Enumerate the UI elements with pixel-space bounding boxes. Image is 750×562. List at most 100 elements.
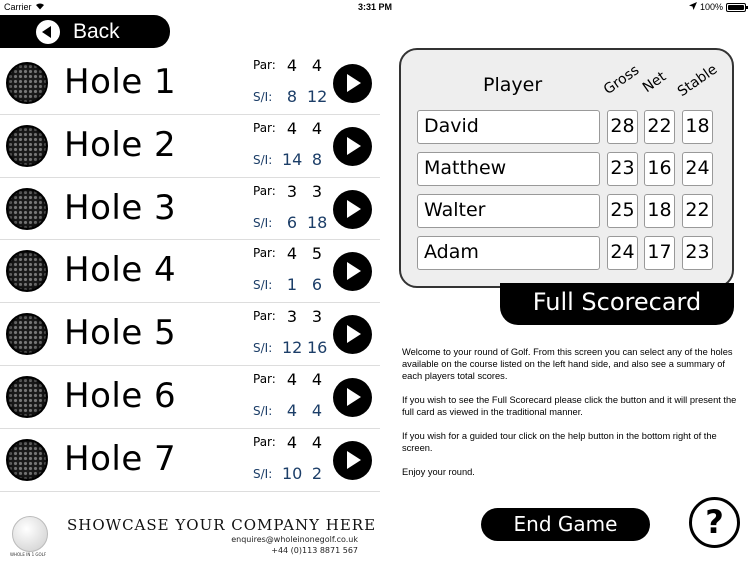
- advert-title: SHOWCASE YOUR COMPANY HERE: [67, 516, 377, 534]
- full-scorecard-button[interactable]: Full Scorecard: [500, 283, 734, 325]
- si-value-2: 4: [311, 400, 323, 420]
- info-paragraph: If you wish for a guided tour click on t…: [402, 431, 717, 453]
- par-value-2: 5: [311, 244, 323, 264]
- gross-score: 23: [607, 152, 638, 186]
- si-label: S/I:: [253, 341, 273, 356]
- par-label: Par:: [253, 120, 276, 135]
- si-label: S/I:: [253, 466, 273, 481]
- play-hole-button[interactable]: [333, 252, 372, 292]
- advert-email[interactable]: enquires@wholeinonegolf.co.uk: [231, 535, 358, 544]
- hole-name: Hole 3: [64, 187, 177, 228]
- help-button[interactable]: ?: [689, 497, 740, 548]
- hole-row[interactable]: Hole 2 Par: 4 4 S/I: 14 8: [0, 115, 380, 178]
- hole-row[interactable]: Hole 3 Par: 3 3 S/I: 6 18: [0, 178, 380, 241]
- player-name: Matthew: [417, 152, 600, 186]
- par-value-2: 4: [311, 369, 323, 389]
- play-hole-button[interactable]: [333, 64, 372, 103]
- par-value-2: 3: [311, 181, 323, 201]
- play-hole-button[interactable]: [333, 189, 372, 229]
- golf-ball-icon: [6, 375, 48, 418]
- location-icon: [688, 2, 697, 12]
- status-bar: Carrier 3:31 PM 100%: [0, 0, 750, 16]
- battery-icon: [726, 2, 748, 12]
- si-label: S/I:: [253, 90, 273, 104]
- header-player: Player: [483, 74, 543, 96]
- play-hole-button[interactable]: [333, 440, 372, 480]
- net-score: 22: [644, 110, 675, 144]
- stable-score: 22: [682, 194, 713, 228]
- golf-ball-icon: [6, 250, 48, 293]
- play-hole-button[interactable]: [333, 126, 372, 166]
- par-value-2: 4: [311, 56, 323, 75]
- player-name: David: [417, 110, 600, 144]
- si-label: S/I:: [253, 403, 273, 418]
- hole-name: Hole 4: [64, 250, 177, 291]
- hole-list[interactable]: Hole 1 Par: 4 4 S/I: 8 12 Hole 2 Par: 4 …: [0, 52, 380, 497]
- si-value-1: 1: [286, 275, 298, 295]
- si-value-2: 2: [311, 463, 323, 483]
- net-score: 17: [644, 236, 675, 270]
- par-value-1: 3: [286, 181, 298, 201]
- gross-score: 24: [607, 236, 638, 270]
- player-name: Adam: [417, 236, 600, 270]
- par-value-1: 4: [286, 244, 298, 264]
- si-label: S/I:: [253, 152, 273, 167]
- play-hole-button[interactable]: [333, 315, 372, 355]
- stable-score: 23: [682, 236, 713, 270]
- hole-name: Hole 1: [64, 62, 177, 102]
- golf-ball-logo-icon: [12, 516, 48, 552]
- net-score: 18: [644, 194, 675, 228]
- scorecard-summary: Player Gross Net Stable David 28 22 18 M…: [399, 48, 734, 288]
- si-value-1: 12: [282, 338, 303, 358]
- si-value-1: 8: [286, 87, 298, 106]
- status-right: 100%: [688, 2, 748, 12]
- hole-row[interactable]: Hole 1 Par: 4 4 S/I: 8 12: [0, 52, 380, 115]
- golf-ball-icon: [6, 62, 48, 104]
- par-value-1: 4: [286, 369, 298, 389]
- hole-row[interactable]: Hole 4 Par: 4 5 S/I: 1 6: [0, 240, 380, 304]
- info-paragraph: Welcome to your round of Golf. From this…: [402, 347, 733, 381]
- si-value-1: 4: [286, 400, 298, 420]
- si-value-2: 16: [307, 338, 328, 358]
- par-label: Par:: [253, 309, 276, 324]
- par-value-1: 4: [286, 118, 298, 138]
- hole-row[interactable]: Hole 5 Par: 3 3 S/I: 12 16: [0, 303, 380, 366]
- play-hole-button[interactable]: [333, 377, 372, 417]
- si-label: S/I:: [253, 278, 273, 293]
- hole-name: Hole 6: [64, 375, 177, 416]
- hole-row[interactable]: Hole 7 Par: 4 4 S/I: 10 2: [0, 429, 380, 492]
- stable-score: 18: [682, 110, 713, 144]
- end-game-button[interactable]: End Game: [481, 508, 650, 541]
- par-label: Par:: [253, 183, 276, 198]
- gross-score: 25: [607, 194, 638, 228]
- par-label: Par:: [253, 58, 276, 72]
- si-value-2: 8: [311, 149, 323, 169]
- stable-score: 24: [682, 152, 713, 186]
- advert-phone[interactable]: +44 (0)113 8871 567: [271, 546, 358, 555]
- si-value-1: 6: [286, 212, 298, 232]
- par-value-2: 4: [311, 118, 323, 138]
- info-paragraph: Enjoy your round.: [402, 467, 475, 477]
- header-stable: Stable: [674, 61, 721, 100]
- advert-banner[interactable]: WHOLE IN 1 GOLF SHOWCASE YOUR COMPANY HE…: [0, 500, 380, 562]
- back-button-label: Back: [73, 19, 120, 43]
- battery-percent: 100%: [699, 2, 723, 12]
- hole-name: Hole 7: [64, 438, 177, 479]
- info-paragraph: If you wish to see the Full Scorecard pl…: [402, 395, 737, 417]
- par-label: Par:: [253, 371, 276, 386]
- hole-row[interactable]: Hole 6 Par: 4 4 S/I: 4 4: [0, 366, 380, 429]
- header-net: Net: [639, 68, 670, 96]
- player-name: Walter: [417, 194, 600, 228]
- si-value-2: 12: [307, 87, 328, 106]
- hole-name: Hole 5: [64, 313, 177, 354]
- si-value-2: 18: [307, 212, 328, 232]
- net-score: 16: [644, 152, 675, 186]
- si-value-2: 6: [311, 275, 323, 295]
- status-time: 3:31 PM: [357, 2, 392, 12]
- par-value-1: 4: [286, 56, 298, 75]
- header-gross: Gross: [600, 62, 643, 98]
- par-value-1: 3: [286, 307, 298, 327]
- si-label: S/I:: [253, 215, 273, 230]
- back-button[interactable]: Back: [0, 15, 170, 48]
- si-value-1: 10: [282, 463, 303, 483]
